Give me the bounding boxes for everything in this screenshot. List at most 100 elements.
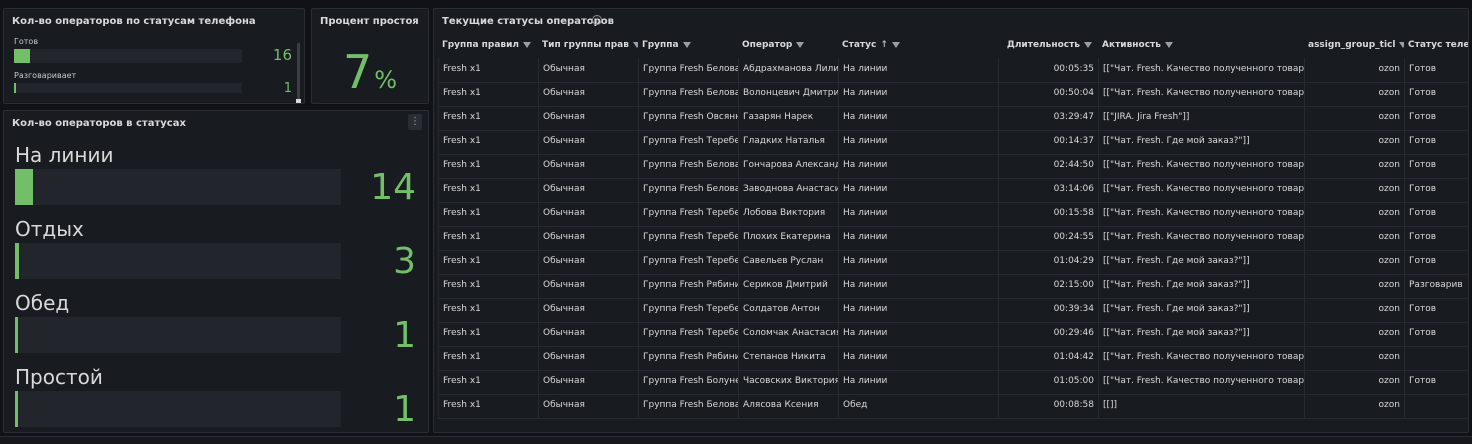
table-row[interactable]: Fresh x1 Обычная Группа Fresh Белова Волонц… <box>438 82 1468 107</box>
table-cell: Группа Fresh Рябини <box>638 346 738 370</box>
bar-fill <box>14 83 16 93</box>
column-header-label: Группа <box>642 40 679 50</box>
table-cell: Обычная <box>538 346 638 370</box>
status-counts-panel: Кол-во операторов в статусах ⋮ На линии … <box>3 110 429 433</box>
table-cell: Готов <box>1404 130 1468 154</box>
table-cell: 01:05:00 <box>998 370 1098 394</box>
table-cell: Группа Fresh Теребе <box>638 202 738 226</box>
panel-menu-icon[interactable]: ⋮ <box>408 114 422 130</box>
column-header[interactable]: Группа правил <box>438 34 538 56</box>
status-value-online: 14 <box>370 167 416 208</box>
table-row[interactable]: Fresh x1 Обычная Группа Fresh Белова Алясов… <box>438 394 1468 419</box>
table-cell: Fresh x1 <box>438 130 538 154</box>
table-cell: Обед <box>838 394 998 418</box>
table-cell: [["Чат. Fresh. Качество полученного това… <box>1098 58 1304 82</box>
table-cell: [["Чат. Fresh. Качество полученного това… <box>1098 154 1304 178</box>
table-row[interactable]: Fresh x1 Обычная Группа Fresh Теребе Лобова… <box>438 202 1468 227</box>
operators-table-panel: Текущие статусы операторов i Группа прав… <box>433 8 1469 433</box>
table-cell: 01:04:29 <box>998 250 1098 274</box>
table-cell: Волонцевич Дмитрий <box>738 82 838 106</box>
filter-icon[interactable] <box>682 41 691 48</box>
table-cell: ozon <box>1304 274 1404 298</box>
table-row[interactable]: Fresh x1 Обычная Группа Fresh Белова Заводн… <box>438 178 1468 203</box>
status-bar-rest <box>15 243 341 279</box>
table-cell: Группа Fresh Белова <box>638 154 738 178</box>
column-header-label: Статус теле <box>1408 40 1469 50</box>
table-cell: [["Чат. Fresh. Где мой заказ?"]] <box>1098 250 1304 274</box>
column-header[interactable]: Тип группы прав <box>538 34 638 56</box>
table-cell: На линии <box>838 82 998 106</box>
column-header-label: assign_group_ticl <box>1308 40 1396 50</box>
table-cell: Плохих Екатерина <box>738 226 838 250</box>
table-cell <box>1404 394 1468 418</box>
table-cell: Гончарова Александра <box>738 154 838 178</box>
table-cell: 00:05:35 <box>998 58 1098 82</box>
table-cell: Группа Fresh Белова <box>638 178 738 202</box>
table-cell: На линии <box>838 370 998 394</box>
phone-status-value-talking: 1 <box>283 81 292 96</box>
column-header[interactable]: Группа <box>638 34 738 56</box>
column-header[interactable]: Длительность <box>998 34 1098 56</box>
table-cell: Группа Fresh Белова <box>638 82 738 106</box>
table-cell: ozon <box>1304 346 1404 370</box>
table-cell: Готов <box>1404 178 1468 202</box>
table-cell: [["Чат. Fresh. Качество полученного това… <box>1098 346 1304 370</box>
table-cell: ozon <box>1304 250 1404 274</box>
column-header[interactable]: Статус теле <box>1404 34 1469 56</box>
info-icon[interactable]: i <box>592 15 602 25</box>
table-cell: Группа Fresh Теребе <box>638 250 738 274</box>
table-cell: На линии <box>838 274 998 298</box>
table-row[interactable]: Fresh x1 Обычная Группа Fresh Теребе Савель… <box>438 250 1468 275</box>
table-cell: Соломчак Анастасия <box>738 322 838 346</box>
table-cell: Готов <box>1404 298 1468 322</box>
table-cell: [[]] <box>1098 394 1304 418</box>
filter-icon[interactable] <box>523 41 532 48</box>
idle-percent-value: 7 <box>342 45 373 99</box>
table-cell: Fresh x1 <box>438 82 538 106</box>
table-cell: ozon <box>1304 226 1404 250</box>
table-cell: 02:44:50 <box>998 154 1098 178</box>
table-cell: [["Чат. Fresh. Качество полученного това… <box>1098 202 1304 226</box>
table-cell: На линии <box>838 298 998 322</box>
column-header[interactable]: Активность <box>1098 34 1304 56</box>
column-header-label: Активность <box>1102 40 1161 50</box>
table-row[interactable]: Fresh x1 Обычная Группа Fresh Болуне Часовс… <box>438 370 1468 395</box>
table-cell: [["Чат. Fresh. Качество полученного това… <box>1098 82 1304 106</box>
table-cell: ozon <box>1304 322 1404 346</box>
table-row[interactable]: Fresh x1 Обычная Группа Fresh Теребе Плохих… <box>438 226 1468 251</box>
table-row[interactable]: Fresh x1 Обычная Группа Fresh Белова Гончар… <box>438 154 1468 179</box>
scrollbar-thumb[interactable] <box>296 99 301 103</box>
filter-icon[interactable] <box>796 41 805 48</box>
status-label-idle: Простой <box>15 365 103 389</box>
table-cell: ozon <box>1304 202 1404 226</box>
table-row[interactable]: Fresh x1 Обычная Группа Fresh Теребе Соломч… <box>438 322 1468 347</box>
table-cell: На линии <box>838 106 998 130</box>
table-cell: На линии <box>838 154 998 178</box>
filter-icon[interactable] <box>1084 41 1092 48</box>
table-cell: Fresh x1 <box>438 250 538 274</box>
table-cell: Готов <box>1404 226 1468 250</box>
table-row[interactable]: Fresh x1 Обычная Группа Fresh Рябини Степан… <box>438 346 1468 371</box>
column-header[interactable]: Оператор <box>738 34 838 56</box>
bar-fill <box>15 391 18 427</box>
table-cell: ozon <box>1304 154 1404 178</box>
table-row[interactable]: Fresh x1 Обычная Группа Fresh Теребе Гладки… <box>438 130 1468 155</box>
table-cell: Разговарив <box>1404 274 1468 298</box>
phone-status-label-talking: Разговаривает <box>14 71 77 80</box>
sort-ascending-icon[interactable]: ↑ <box>880 40 888 50</box>
table-cell: Обычная <box>538 154 638 178</box>
table-cell: Fresh x1 <box>438 154 538 178</box>
column-header[interactable]: assign_group_ticl <box>1304 34 1404 56</box>
table-cell: 02:15:00 <box>998 274 1098 298</box>
table-cell: [["Чат. Fresh. Качество полученного това… <box>1098 226 1304 250</box>
filter-icon[interactable] <box>891 41 900 48</box>
table-row[interactable]: Fresh x1 Обычная Группа Fresh Теребе Солдат… <box>438 298 1468 323</box>
table-row[interactable]: Fresh x1 Обычная Группа Fresh Белова Абдрах… <box>438 58 1468 83</box>
table-row[interactable]: Fresh x1 Обычная Группа Fresh Овсянн Газаря… <box>438 106 1468 131</box>
table-row[interactable]: Fresh x1 Обычная Группа Fresh Рябини Серико… <box>438 274 1468 299</box>
column-header[interactable]: Статус ↑ <box>838 34 998 56</box>
phone-status-label-ready: Готов <box>14 37 39 46</box>
scrollbar[interactable] <box>297 43 300 101</box>
table-cell: [["Чат. Fresh. Где мой заказ?"]] <box>1098 322 1304 346</box>
filter-icon[interactable] <box>1164 41 1173 48</box>
